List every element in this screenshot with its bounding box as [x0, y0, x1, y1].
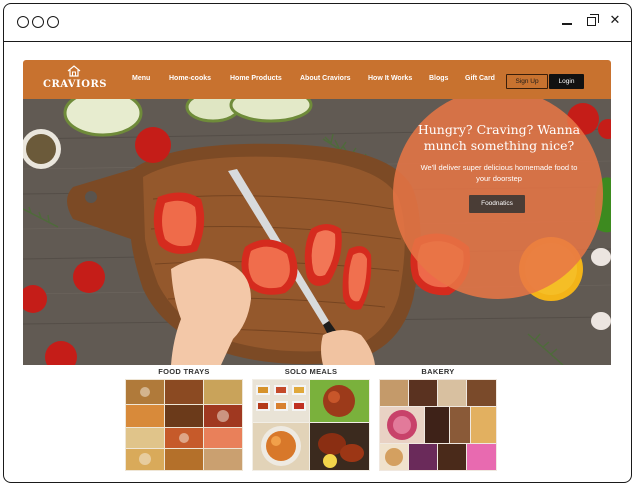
foodnatics-button[interactable]: Foodnatics — [469, 195, 525, 213]
nav-gift-card[interactable]: Gift Card — [465, 75, 495, 82]
minimize-icon[interactable] — [560, 13, 574, 29]
nav-home-cooks[interactable]: Home-cooks — [169, 75, 211, 82]
close-icon[interactable]: ✕ — [608, 13, 622, 29]
hero-headline: Hungry? Craving? Wanna munch something n… — [417, 122, 581, 153]
window-dot-icon[interactable] — [47, 16, 59, 28]
window-titlebar: ✕ — [4, 4, 631, 42]
category-title: FOOD TRAYS — [158, 367, 210, 376]
browser-window: ✕ CRAVIORS Menu Home-cooks Home Products… — [3, 3, 632, 483]
category-title: BAKERY — [421, 367, 455, 376]
maximize-icon[interactable] — [585, 13, 599, 29]
category-food-trays[interactable]: FOOD TRAYS — [125, 367, 243, 471]
category-solo-meals[interactable]: SOLO MEALS — [252, 367, 370, 471]
signup-button[interactable]: Sign Up — [506, 74, 548, 89]
category-section: FOOD TRAYS SOLO MEALS BAKERY — [23, 365, 611, 471]
brand-name: CRAVIORS — [43, 79, 107, 90]
solo-meals-image[interactable] — [252, 379, 370, 471]
nav-home-products[interactable]: Home Products — [230, 75, 282, 82]
login-button[interactable]: Login — [549, 74, 584, 89]
house-icon — [67, 65, 81, 77]
hero-subtext: We'll deliver super delicious homemade f… — [420, 163, 578, 183]
category-title: SOLO MEALS — [284, 367, 338, 376]
category-bakery[interactable]: BAKERY — [379, 367, 497, 471]
brand-logo[interactable]: CRAVIORS — [43, 65, 107, 95]
nav-blogs[interactable]: Blogs — [429, 75, 448, 82]
hero-banner: Hungry? Craving? Wanna munch something n… — [23, 99, 611, 365]
nav-menu[interactable]: Menu — [132, 75, 150, 82]
nav-about-craviors[interactable]: About Craviors — [300, 75, 351, 82]
navbar: CRAVIORS Menu Home-cooks Home Products A… — [23, 60, 611, 99]
website: CRAVIORS Menu Home-cooks Home Products A… — [23, 60, 611, 471]
window-dot-icon[interactable] — [32, 16, 44, 28]
nav-how-it-works[interactable]: How It Works — [368, 75, 412, 82]
food-trays-image[interactable] — [125, 379, 243, 471]
window-dot-icon[interactable] — [17, 16, 29, 28]
bakery-image[interactable] — [379, 379, 497, 471]
